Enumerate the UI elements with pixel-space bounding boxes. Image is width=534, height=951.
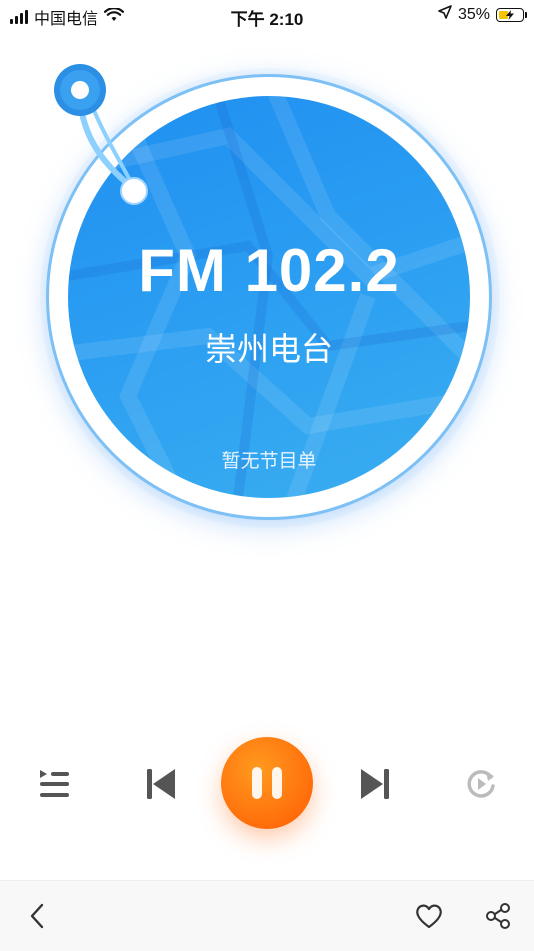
tonearm-icon	[54, 64, 148, 205]
back-icon[interactable]	[20, 899, 54, 933]
playlist-icon[interactable]	[32, 765, 76, 803]
previous-icon[interactable]	[140, 764, 182, 804]
station-name: 崇州电台	[204, 330, 333, 368]
battery-percent: 35%	[457, 5, 490, 23]
pause-button[interactable]	[221, 737, 313, 829]
replay-icon[interactable]	[460, 764, 502, 804]
status-right: 35%	[438, 5, 527, 24]
location-icon	[438, 5, 452, 24]
frequency-label: FM 102.2	[138, 237, 400, 304]
share-icon[interactable]	[481, 899, 515, 933]
player-controls	[0, 730, 534, 840]
pause-icon	[247, 767, 287, 799]
program-list-label[interactable]: 暂无节目单	[68, 446, 470, 473]
next-icon[interactable]	[354, 764, 396, 804]
battery-icon	[496, 7, 527, 22]
status-bar: 中国电信 下午 2:10 35%	[0, 0, 534, 30]
heart-icon[interactable]	[412, 899, 446, 933]
bottom-bar	[0, 880, 534, 951]
